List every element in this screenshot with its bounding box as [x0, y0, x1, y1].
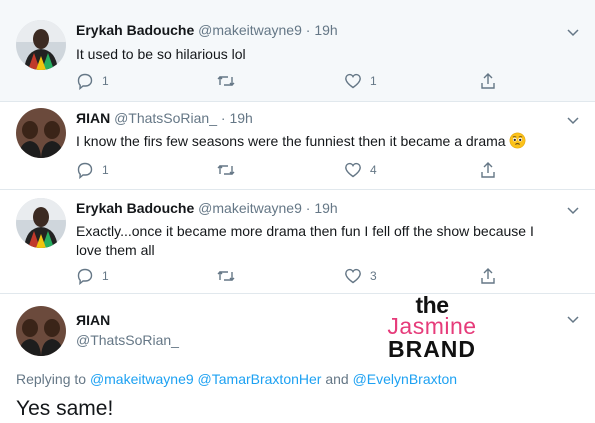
watermark-line: Jasmine: [387, 313, 477, 339]
reply-count: 1: [102, 269, 109, 283]
tweet-text-content: I know the firs few seasons were the fun…: [76, 133, 506, 149]
mention-link[interactable]: @TamarBraxtonHer: [198, 371, 322, 387]
mention-link[interactable]: @EvelynBraxton: [353, 371, 457, 387]
author-handle[interactable]: @makeitwayne9: [198, 200, 302, 216]
tweet-text: I know the firs few seasons were the fun…: [76, 132, 581, 151]
tweet-text: Exactly...once it became more drama then…: [76, 222, 581, 260]
tweet-1[interactable]: Erykah Badouche @makeitwayne9 · 19h It u…: [0, 0, 595, 101]
avatar-image: [16, 20, 66, 70]
chevron-down-icon[interactable]: [566, 27, 580, 37]
tweet-2[interactable]: ЯIAN @ThatsSoRian_ · 19h I know the firs…: [0, 102, 595, 189]
retweet-icon: [217, 165, 235, 175]
tweet-header: Erykah Badouche @makeitwayne9 · 19h: [76, 22, 338, 38]
tweet-actions: 1 4: [76, 160, 576, 180]
avatar[interactable]: [16, 108, 66, 158]
heart-icon: [345, 162, 361, 178]
share-icon: [481, 73, 495, 89]
and-word: and: [325, 371, 349, 387]
reply-count: 1: [102, 163, 109, 177]
retweet-icon: [217, 76, 235, 86]
like-button[interactable]: 1: [344, 71, 377, 91]
tweet-text-line: love them all: [76, 242, 155, 258]
heart-icon: [345, 73, 361, 89]
separator: ·: [305, 22, 311, 38]
retweet-button[interactable]: [216, 160, 236, 180]
reply-icon: [77, 268, 93, 285]
reply-icon: [77, 162, 93, 179]
like-button[interactable]: 4: [344, 160, 377, 180]
tweet-text: It used to be so hilarious lol: [76, 46, 246, 62]
chevron-down-icon[interactable]: [566, 115, 580, 125]
chevron-down-icon[interactable]: [566, 205, 580, 215]
timestamp[interactable]: 19h: [314, 22, 337, 38]
retweet-button[interactable]: [216, 71, 236, 91]
author-name[interactable]: Erykah Badouche: [76, 200, 194, 216]
tweet-text-line: Exactly...once it became more drama then…: [76, 223, 534, 239]
tweet-header: Erykah Badouche @makeitwayne9 · 19h: [76, 200, 338, 216]
avatar-image: [16, 306, 66, 356]
avatar[interactable]: [16, 20, 66, 70]
reply-count: 1: [102, 74, 109, 88]
reply-button[interactable]: 1: [76, 71, 109, 91]
author-handle[interactable]: @makeitwayne9: [198, 22, 302, 38]
tweet-header: ЯIAN @ThatsSoRian_ · 19h: [76, 110, 253, 126]
watermark-logo: the Jasmine BRAND: [372, 294, 492, 362]
author-name[interactable]: ЯIAN: [76, 110, 110, 126]
author-handle[interactable]: @ThatsSoRian_: [114, 110, 217, 126]
share-button[interactable]: [479, 266, 497, 286]
reply-icon: [77, 73, 93, 90]
avatar-image: [16, 108, 66, 158]
author-handle[interactable]: @ThatsSoRian_: [76, 332, 179, 348]
replying-prefix: Replying to: [16, 371, 87, 387]
reply-button[interactable]: 1: [76, 266, 109, 286]
timestamp[interactable]: 19h: [314, 200, 337, 216]
separator: ·: [305, 200, 311, 216]
like-count: 4: [370, 163, 377, 177]
author-name[interactable]: Erykah Badouche: [76, 22, 194, 38]
watermark-line: BRAND: [387, 336, 477, 362]
tweet-actions: 1 3: [76, 266, 576, 286]
chevron-down-icon[interactable]: [566, 314, 580, 324]
reply-button[interactable]: 1: [76, 160, 109, 180]
mention-link[interactable]: @makeitwayne9: [90, 371, 194, 387]
like-count: 3: [370, 269, 377, 283]
tweet-actions: 1 1: [76, 71, 576, 91]
author-name[interactable]: ЯIAN: [76, 312, 110, 328]
separator: ·: [220, 110, 226, 126]
like-button[interactable]: 3: [344, 266, 377, 286]
share-button[interactable]: [479, 160, 497, 180]
timestamp[interactable]: 19h: [229, 110, 252, 126]
replying-to: Replying to @makeitwayne9 @TamarBraxtonH…: [16, 371, 457, 387]
avatar[interactable]: [16, 306, 66, 356]
share-icon: [481, 268, 495, 284]
heart-icon: [345, 268, 361, 284]
main-tweet-text: Yes same!: [16, 397, 114, 420]
pleading-face-emoji: [510, 132, 526, 149]
share-button[interactable]: [479, 71, 497, 91]
retweet-button[interactable]: [216, 266, 236, 286]
like-count: 1: [370, 74, 377, 88]
share-icon: [481, 162, 495, 178]
avatar-image: [16, 198, 66, 248]
retweet-icon: [217, 271, 235, 281]
avatar[interactable]: [16, 198, 66, 248]
tweet-3[interactable]: Erykah Badouche @makeitwayne9 · 19h Exac…: [0, 190, 595, 293]
